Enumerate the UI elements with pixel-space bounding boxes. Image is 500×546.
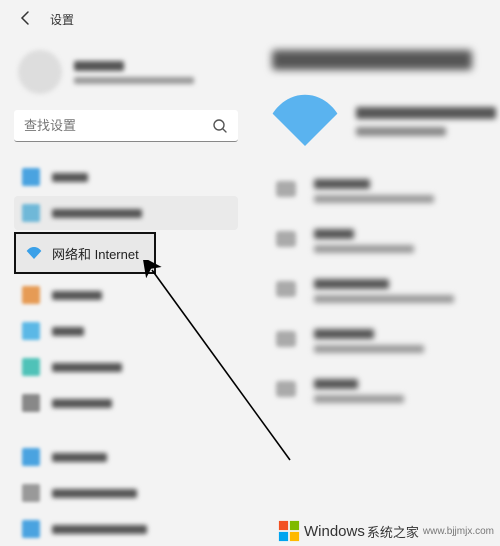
sidebar-item-apps[interactable]	[14, 314, 238, 348]
network-name-blurred	[356, 107, 496, 119]
row-icon	[276, 231, 296, 247]
sidebar-item-accessibility[interactable]	[14, 476, 238, 510]
watermark: Windows 系统之家 www.bjjmjx.com	[278, 520, 494, 542]
setting-row[interactable]	[272, 379, 500, 403]
network-status-card[interactable]	[272, 92, 500, 151]
wifi-large-icon	[272, 92, 356, 151]
search-input[interactable]	[14, 110, 238, 142]
nav-list: 网络和 Internet	[14, 160, 238, 546]
header-title: 设置	[50, 11, 74, 28]
network-status-blurred	[356, 127, 446, 136]
wifi-icon	[26, 245, 42, 261]
sidebar-item-accounts[interactable]	[14, 350, 238, 384]
sidebar-item-time[interactable]	[14, 386, 238, 420]
windows-logo-icon	[278, 520, 300, 542]
sidebar-item-bluetooth[interactable]	[14, 196, 238, 230]
watermark-brand: Windows	[304, 523, 365, 540]
account-name-blurred	[74, 61, 124, 71]
sidebar-item-privacy[interactable]	[14, 512, 238, 546]
avatar	[18, 50, 62, 94]
row-icon	[276, 181, 296, 197]
sidebar-item-personalization[interactable]	[14, 278, 238, 312]
back-button[interactable]	[18, 10, 34, 29]
watermark-suffix: 系统之家	[367, 522, 419, 541]
account-section[interactable]	[14, 48, 238, 96]
account-email-blurred	[74, 77, 194, 84]
sidebar-item-system[interactable]	[14, 160, 238, 194]
sidebar: 网络和 Internet	[0, 38, 246, 546]
setting-row[interactable]	[272, 229, 500, 253]
sidebar-item-network[interactable]: 网络和 Internet	[14, 232, 156, 274]
setting-row[interactable]	[272, 329, 500, 353]
search-icon	[212, 118, 228, 134]
row-icon	[276, 381, 296, 397]
setting-row[interactable]	[272, 279, 500, 303]
sidebar-item-label: 网络和 Internet	[52, 244, 139, 263]
watermark-url: www.bjjmjx.com	[423, 526, 494, 537]
page-title-blurred	[272, 50, 472, 70]
header: 设置	[0, 0, 500, 38]
row-icon	[276, 281, 296, 297]
row-icon	[276, 331, 296, 347]
setting-row[interactable]	[272, 179, 500, 203]
search-wrap	[14, 110, 238, 142]
sidebar-item-gaming[interactable]	[14, 440, 238, 474]
content-area	[246, 38, 500, 546]
